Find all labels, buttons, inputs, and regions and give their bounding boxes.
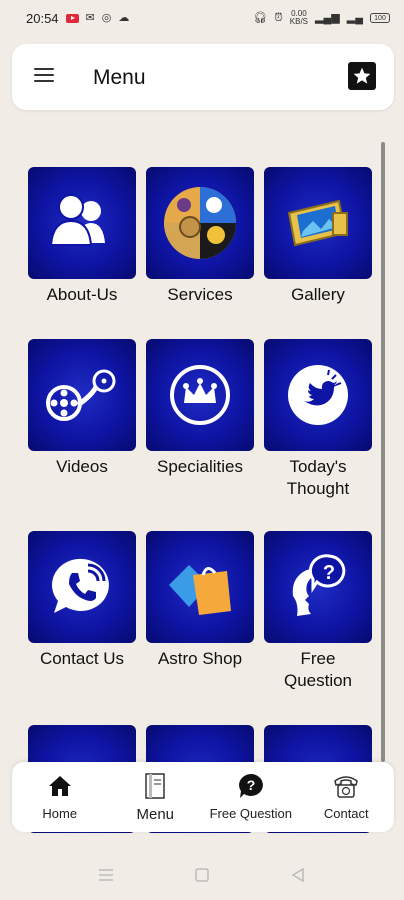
square-home-icon: [195, 868, 209, 882]
back-triangle-icon: [291, 867, 304, 883]
nav-label: Menu: [136, 806, 175, 823]
tile-todays-thought-box[interactable]: [264, 339, 372, 451]
signal-2-icon: ▂▄: [346, 11, 363, 24]
tile-videos-box[interactable]: [28, 339, 136, 451]
scrollbar[interactable]: [381, 142, 385, 762]
signal-icon: ▂▄▆: [315, 11, 340, 24]
nav-home[interactable]: Home: [12, 762, 108, 832]
status-right: 🎧︎ ⏰︎ 0.00 KB/S ▂▄▆ ▂▄ 100: [253, 10, 390, 26]
home-icon: [46, 772, 74, 800]
status-left: 20:54 ✉ ◎ ☁: [26, 11, 129, 26]
menu-book-icon: [141, 772, 169, 800]
shopping-bags-icon: [169, 565, 231, 615]
tile-astro-shop[interactable]: Astro Shop: [146, 531, 254, 670]
cloud-notification-icon: ☁: [118, 11, 130, 24]
header-card: Menu: [12, 44, 394, 110]
tile-contact-us-box[interactable]: [28, 531, 136, 643]
tile-label-line2: Thought: [286, 479, 350, 498]
battery-level: 100: [374, 14, 386, 22]
users-icon: [49, 194, 105, 246]
network-speed-unit: KB/S: [289, 17, 309, 26]
tile-label: Gallery: [291, 285, 345, 304]
bottom-nav: Home Menu ? Free Question Contact: [12, 762, 394, 832]
recent-apps-button[interactable]: [98, 868, 114, 887]
phone-chat-icon: [52, 558, 109, 613]
tile-gallery[interactable]: Gallery: [264, 167, 372, 306]
page-title: Menu: [93, 66, 146, 89]
tile-services-box[interactable]: [146, 167, 254, 279]
telephone-icon: [332, 772, 360, 800]
svg-text:?: ?: [323, 562, 335, 584]
tile-contact-us[interactable]: Contact Us: [28, 531, 136, 670]
recent-apps-icon: [99, 869, 113, 881]
tile-label: Contact Us: [39, 649, 125, 668]
tile-label-line1: Free: [300, 649, 336, 668]
tile-gallery-box[interactable]: [264, 167, 372, 279]
tile-services[interactable]: Services: [146, 167, 254, 306]
tile-videos[interactable]: Videos: [28, 339, 136, 478]
film-reel-icon: [46, 369, 116, 421]
tile-label-line1: Today's: [289, 457, 347, 476]
network-speed: 0.00 KB/S: [290, 10, 308, 26]
tile-label: Videos: [56, 457, 108, 476]
tile-astro-shop-box[interactable]: [146, 531, 254, 643]
instagram-notification-icon: ◎: [101, 11, 112, 24]
tile-specialities[interactable]: Specialities: [146, 339, 254, 478]
nav-free-question[interactable]: ? Free Question: [203, 762, 299, 832]
head-question-icon: ?: [292, 554, 346, 616]
tile-todays-thought[interactable]: Today's Thought: [264, 339, 372, 500]
tile-about-us-box[interactable]: [28, 167, 136, 279]
svg-text:?: ?: [246, 777, 255, 793]
star-icon: [353, 67, 371, 84]
tile-label: Specialities: [157, 457, 243, 476]
hamburger-menu-icon[interactable]: [34, 68, 54, 82]
status-time: 20:54: [26, 10, 59, 26]
crown-icon: [170, 365, 230, 425]
alarm-icon: ⏰︎: [274, 11, 283, 24]
nav-label: Home: [42, 806, 78, 821]
headphones-icon: 🎧︎: [253, 11, 268, 24]
tile-free-question-box[interactable]: ?: [264, 531, 372, 643]
tile-label: Today's Thought: [264, 456, 372, 500]
tile-label: Astro Shop: [157, 649, 243, 668]
tile-free-question[interactable]: ? Free Question: [264, 531, 372, 692]
back-button[interactable]: [291, 867, 305, 887]
tile-label-line2: Question: [283, 671, 353, 690]
system-nav-bar: [0, 850, 404, 900]
tile-label: Services: [167, 285, 233, 304]
nav-contact[interactable]: Contact: [299, 762, 395, 832]
gmail-notification-icon: ✉: [85, 11, 95, 24]
services-collage-icon: [164, 187, 236, 259]
tile-label: About-Us: [46, 285, 118, 304]
tile-label: Free Question: [264, 648, 372, 692]
tile-specialities-box[interactable]: [146, 339, 254, 451]
star-favorite-button[interactable]: [348, 62, 376, 90]
home-system-button[interactable]: [195, 868, 209, 887]
nav-label: Free Question: [209, 806, 292, 821]
question-bubble-icon: ?: [237, 772, 265, 800]
photo-gallery-icon: [287, 199, 348, 247]
battery-icon: 100: [370, 13, 390, 23]
tile-about-us[interactable]: About-Us: [28, 167, 136, 306]
status-bar: 20:54 ✉ ◎ ☁ 🎧︎ ⏰︎ 0.00 KB/S ▂▄▆ ▂▄ 100: [0, 0, 404, 36]
twitter-bird-icon: [288, 365, 348, 425]
nav-menu[interactable]: Menu: [108, 762, 204, 832]
nav-label: Contact: [323, 806, 369, 821]
youtube-notification-icon: [65, 13, 79, 23]
